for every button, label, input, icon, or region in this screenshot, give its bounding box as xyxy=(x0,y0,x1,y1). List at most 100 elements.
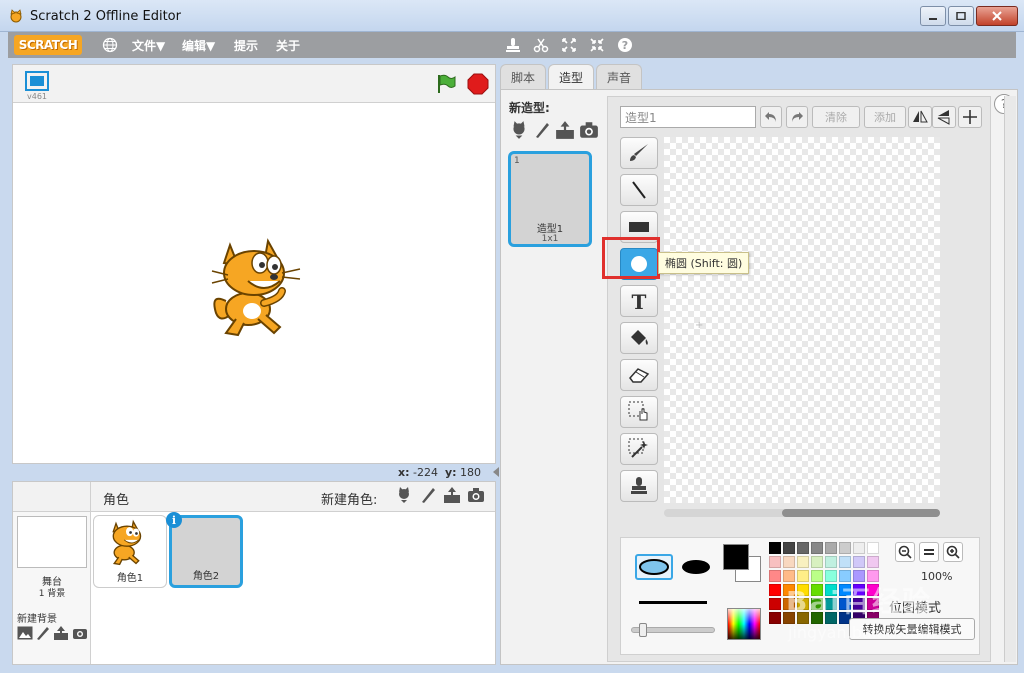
upload-backdrop-icon[interactable] xyxy=(53,626,69,643)
palette-color-swatch[interactable] xyxy=(769,570,781,582)
palette-color-swatch[interactable] xyxy=(839,556,851,568)
palette-color-swatch[interactable] xyxy=(783,556,795,568)
paint-backdrop-icon[interactable] xyxy=(36,626,50,643)
palette-color-swatch[interactable] xyxy=(867,556,879,568)
help-question-icon[interactable]: ? xyxy=(616,36,634,54)
stage-thumbnail[interactable] xyxy=(17,516,87,568)
collapse-stage-arrow-icon[interactable] xyxy=(492,466,500,478)
sprite-library-icon[interactable] xyxy=(395,486,413,507)
flip-vertical-button[interactable] xyxy=(932,106,956,128)
upload-sprite-icon[interactable] xyxy=(443,486,461,507)
outline-mode-button[interactable] xyxy=(635,554,673,580)
palette-color-swatch[interactable] xyxy=(867,542,879,554)
costume-library-icon[interactable] xyxy=(509,120,529,143)
flip-horizontal-icon xyxy=(913,110,928,123)
duplicate-stamp-icon[interactable] xyxy=(504,36,522,54)
mouse-coordinates: x: -224 y: 180 xyxy=(398,466,481,479)
close-button[interactable] xyxy=(976,6,1018,26)
fullscreen-icon[interactable] xyxy=(25,71,49,94)
set-center-button[interactable] xyxy=(958,106,982,128)
minimize-icon xyxy=(929,18,937,20)
costume-thumbnail-1[interactable]: 1 造型1 1x1 xyxy=(508,151,592,247)
menu-file[interactable]: 文件▼ xyxy=(132,37,165,54)
sprite-thumbnail-2[interactable]: i 角色2 xyxy=(166,512,243,588)
camera-sprite-icon[interactable] xyxy=(467,486,485,507)
sprite-thumbnail-1[interactable]: 角色1 xyxy=(93,515,167,588)
window-titlebar: Scratch 2 Offline Editor xyxy=(0,0,1024,32)
paint-new-sprite-icon[interactable] xyxy=(419,486,437,507)
backdrop-library-icon[interactable] xyxy=(17,626,33,643)
brush-tool[interactable] xyxy=(620,137,658,169)
text-tool[interactable]: T xyxy=(620,285,658,317)
maximize-button[interactable] xyxy=(948,6,974,26)
palette-color-swatch[interactable] xyxy=(839,542,851,554)
camera-backdrop-icon[interactable] xyxy=(72,626,88,643)
select-tool[interactable] xyxy=(620,396,658,428)
green-flag-icon[interactable] xyxy=(435,73,457,98)
brush-icon xyxy=(630,144,648,161)
upload-costume-icon[interactable] xyxy=(555,120,575,143)
tab-sounds[interactable]: 声音 xyxy=(596,64,643,90)
camera-costume-icon[interactable] xyxy=(579,120,599,143)
clear-button[interactable]: 清除 xyxy=(812,106,860,128)
stamp-icon xyxy=(631,477,647,494)
fill-tool[interactable] xyxy=(620,322,658,354)
palette-color-swatch[interactable] xyxy=(797,542,809,554)
canvas-horizontal-scrollbar[interactable] xyxy=(664,509,940,517)
eraser-tool[interactable] xyxy=(620,359,658,391)
flip-horizontal-button[interactable] xyxy=(908,106,932,128)
zoom-reset-button[interactable] xyxy=(919,542,939,562)
scratch-cat-sprite[interactable] xyxy=(208,233,318,343)
palette-color-swatch[interactable] xyxy=(783,542,795,554)
palette-color-swatch[interactable] xyxy=(769,612,781,624)
zoom-out-button[interactable] xyxy=(895,542,915,562)
stage-column-header xyxy=(13,482,91,512)
redo-button[interactable] xyxy=(786,106,808,128)
add-button[interactable]: 添加 xyxy=(864,106,906,128)
menu-tips[interactable]: 提示 xyxy=(234,37,258,54)
color-picker-gradient[interactable] xyxy=(727,608,761,640)
costume-index: 1 xyxy=(514,156,520,166)
zoom-in-icon xyxy=(946,545,960,559)
info-icon[interactable]: i xyxy=(166,512,182,528)
delete-scissors-icon[interactable] xyxy=(532,36,550,54)
stamp-tool[interactable] xyxy=(620,470,658,502)
right-scrollbar[interactable] xyxy=(1004,96,1016,662)
minimize-button[interactable] xyxy=(920,6,946,26)
tab-costumes[interactable]: 造型 xyxy=(548,64,595,90)
scratch-logo[interactable]: SCRATCH xyxy=(14,35,82,55)
canvas-center-mark-icon: + xyxy=(695,320,704,331)
palette-color-swatch[interactable] xyxy=(825,556,837,568)
primary-color-swatch[interactable] xyxy=(723,544,749,570)
stage-canvas[interactable] xyxy=(13,103,495,463)
stroke-width-slider-knob[interactable] xyxy=(639,623,647,637)
palette-color-swatch[interactable] xyxy=(811,542,823,554)
palette-color-swatch[interactable] xyxy=(769,584,781,596)
costume-name-input[interactable] xyxy=(620,106,756,128)
zoom-in-button[interactable] xyxy=(943,542,963,562)
palette-color-swatch[interactable] xyxy=(769,542,781,554)
grow-icon[interactable] xyxy=(560,36,578,54)
stage-toolbar: v461 xyxy=(13,65,495,103)
select-remove-background-tool[interactable] xyxy=(620,433,658,465)
paint-canvas[interactable] xyxy=(664,137,940,503)
shrink-icon[interactable] xyxy=(588,36,606,54)
palette-color-swatch[interactable] xyxy=(811,556,823,568)
scrollbar-thumb[interactable] xyxy=(782,509,940,517)
menu-edit[interactable]: 编辑▼ xyxy=(182,37,215,54)
menu-about[interactable]: 关于 xyxy=(276,37,300,54)
paint-new-costume-icon[interactable] xyxy=(533,120,551,143)
palette-color-swatch[interactable] xyxy=(769,598,781,610)
undo-button[interactable] xyxy=(760,106,782,128)
filled-mode-button[interactable] xyxy=(677,554,715,580)
line-tool[interactable] xyxy=(620,174,658,206)
palette-color-swatch[interactable] xyxy=(797,556,809,568)
palette-color-swatch[interactable] xyxy=(853,556,865,568)
stop-icon[interactable] xyxy=(467,73,489,98)
tab-scripts[interactable]: 脚本 xyxy=(500,64,547,90)
palette-color-swatch[interactable] xyxy=(825,542,837,554)
ellipse-tool-tooltip: 椭圆 (Shift: 圆) xyxy=(658,252,750,274)
palette-color-swatch[interactable] xyxy=(853,542,865,554)
language-globe-icon[interactable] xyxy=(102,37,118,56)
palette-color-swatch[interactable] xyxy=(769,556,781,568)
